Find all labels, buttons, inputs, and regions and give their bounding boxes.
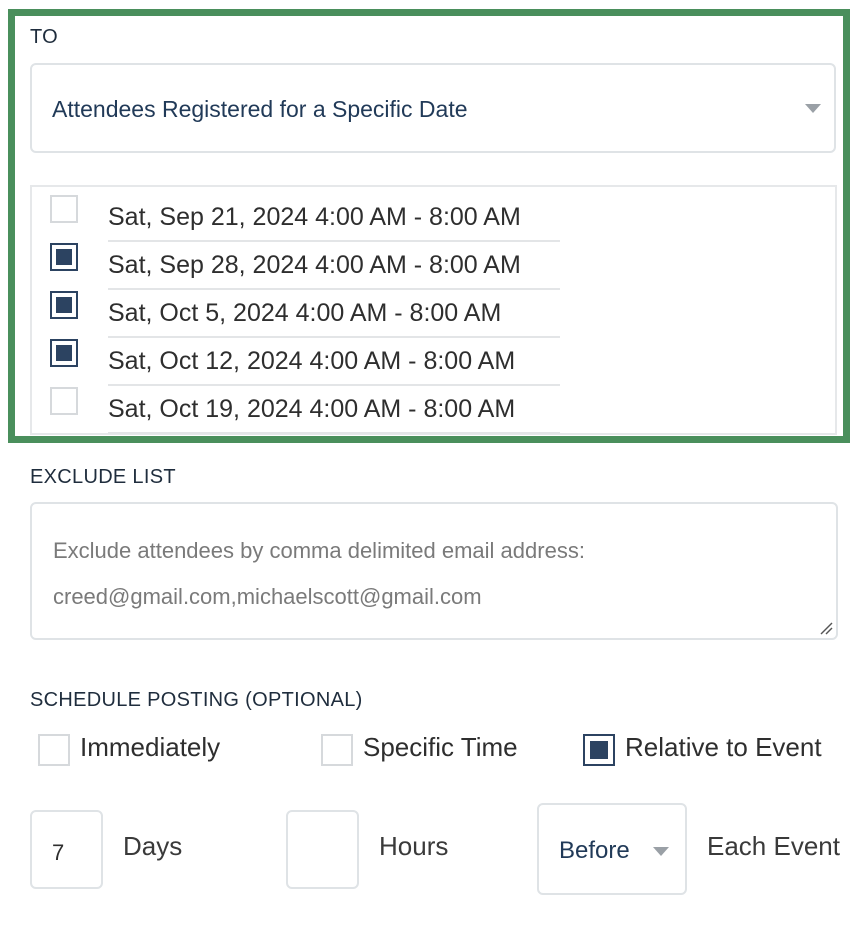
date-label: Sat, Oct 12, 2024 4:00 AM - 8:00 AM: [108, 347, 560, 386]
relative-to-event-checkbox[interactable]: [583, 734, 615, 766]
date-list: Sat, Sep 21, 2024 4:00 AM - 8:00 AM Sat,…: [30, 185, 837, 435]
date-option[interactable]: Sat, Sep 21, 2024 4:00 AM - 8:00 AM: [50, 195, 570, 243]
days-value: 7: [52, 840, 65, 865]
schedule-posting-label: SCHEDULE POSTING (OPTIONAL): [30, 689, 363, 711]
date-checkbox[interactable]: [50, 339, 78, 367]
exclude-placeholder-line2: creed@gmail.com,michaelscott@gmail.com: [53, 584, 482, 609]
exclude-list-label: EXCLUDE LIST: [30, 466, 176, 488]
resize-grip-icon[interactable]: [819, 621, 833, 635]
days-input[interactable]: 7: [30, 810, 103, 889]
exclude-placeholder-line1: Exclude attendees by comma delimited ema…: [53, 538, 585, 563]
specific-time-label: Specific Time: [363, 732, 518, 762]
relative-to-event-label: Relative to Event: [625, 732, 822, 762]
date-checkbox[interactable]: [50, 291, 78, 319]
immediately-label: Immediately: [80, 732, 221, 762]
specific-time-checkbox[interactable]: [321, 734, 353, 766]
before-after-select[interactable]: Before: [537, 803, 687, 895]
date-option[interactable]: Sat, Oct 12, 2024 4:00 AM - 8:00 AM: [50, 339, 570, 387]
exclude-textarea[interactable]: Exclude attendees by comma delimited ema…: [30, 502, 838, 640]
hours-input[interactable]: [286, 810, 359, 889]
recipient-select[interactable]: Attendees Registered for a Specific Date: [30, 63, 836, 153]
before-after-value: Before: [559, 837, 630, 864]
date-checkbox[interactable]: [50, 387, 78, 415]
date-label: Sat, Sep 21, 2024 4:00 AM - 8:00 AM: [108, 203, 560, 242]
date-label: Sat, Oct 19, 2024 4:00 AM - 8:00 AM: [108, 395, 560, 434]
date-label: Sat, Oct 5, 2024 4:00 AM - 8:00 AM: [108, 299, 560, 338]
date-option[interactable]: Sat, Oct 19, 2024 4:00 AM - 8:00 AM: [50, 387, 570, 435]
chevron-down-icon: [653, 847, 669, 856]
hours-label: Hours: [379, 831, 449, 861]
date-option[interactable]: Sat, Oct 5, 2024 4:00 AM - 8:00 AM: [50, 291, 570, 339]
date-checkbox[interactable]: [50, 243, 78, 271]
date-label: Sat, Sep 28, 2024 4:00 AM - 8:00 AM: [108, 251, 560, 290]
date-option[interactable]: Sat, Sep 28, 2024 4:00 AM - 8:00 AM: [50, 243, 570, 291]
days-label: Days: [123, 831, 183, 861]
immediately-checkbox[interactable]: [38, 734, 70, 766]
chevron-down-icon: [805, 104, 821, 113]
to-label: TO: [30, 26, 59, 48]
recipient-select-value: Attendees Registered for a Specific Date: [52, 96, 468, 122]
date-checkbox[interactable]: [50, 195, 78, 223]
each-event-label: Each Event: [707, 831, 840, 861]
to-section: TO Attendees Registered for a Specific D…: [8, 9, 850, 443]
